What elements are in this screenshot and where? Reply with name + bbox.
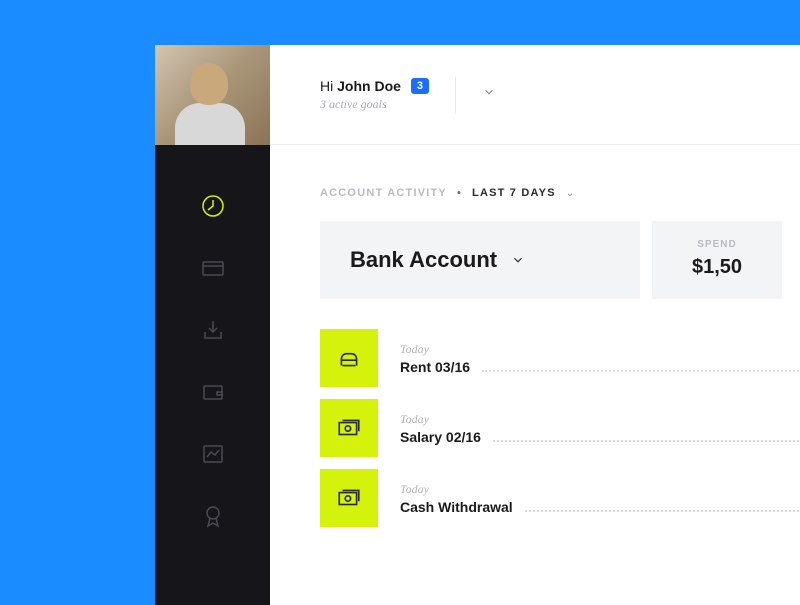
dotted-line — [482, 370, 800, 372]
account-selector[interactable]: Bank Account — [350, 247, 525, 273]
avatar[interactable] — [155, 45, 270, 145]
transaction-date: Today — [400, 342, 800, 357]
sidebar-nav — [155, 145, 270, 605]
chevron-down-icon — [511, 253, 525, 267]
section-label: ACCOUNT ACTIVITY — [320, 187, 447, 199]
transaction-date: Today — [400, 482, 800, 497]
section-header: ACCOUNT ACTIVITY • LAST 7 DAYS ⌄ — [270, 145, 800, 199]
chart-icon — [201, 442, 225, 466]
nav-card[interactable] — [200, 255, 226, 281]
transaction-body: Today Cash Withdrawal — [400, 482, 800, 515]
goals-badge[interactable]: 3 — [411, 78, 429, 94]
card-icon — [201, 256, 225, 280]
transaction-title: Cash Withdrawal — [400, 499, 513, 515]
wallet-icon — [201, 380, 225, 404]
chevron-down-icon — [482, 85, 496, 99]
transaction-icon-box — [320, 329, 378, 387]
transaction-row[interactable]: Today Cash Withdrawal — [320, 469, 800, 527]
spend-label: SPEND — [680, 239, 754, 250]
header: Hi John Doe 3 3 active goals — [270, 45, 800, 145]
user-dropdown[interactable] — [482, 85, 496, 104]
transaction-date: Today — [400, 412, 800, 427]
spend-card: SPEND $1,50 — [652, 221, 782, 299]
app-window: Hi John Doe 3 3 active goals ACCOUNT ACT… — [155, 45, 800, 605]
money-icon — [336, 415, 362, 441]
main-panel: Hi John Doe 3 3 active goals ACCOUNT ACT… — [270, 45, 800, 605]
transaction-title: Rent 03/16 — [400, 359, 470, 375]
sidebar — [155, 45, 270, 605]
transaction-row[interactable]: Today Salary 02/16 — [320, 399, 800, 457]
nav-award[interactable] — [200, 503, 226, 529]
transaction-body: Today Rent 03/16 — [400, 342, 800, 375]
dot-separator: • — [457, 187, 462, 199]
greeting-block: Hi John Doe 3 3 active goals — [320, 78, 429, 112]
money-icon — [336, 485, 362, 511]
transaction-icon-box — [320, 399, 378, 457]
transaction-list: Today Rent 03/16 Today Salary 02/16 — [320, 329, 800, 527]
transaction-title-row: Cash Withdrawal — [400, 499, 800, 515]
cards-row: Bank Account SPEND $1,50 — [320, 221, 800, 299]
award-icon — [201, 504, 225, 528]
nav-inbox[interactable] — [200, 317, 226, 343]
transaction-title-row: Rent 03/16 — [400, 359, 800, 375]
chevron-down-icon[interactable]: ⌄ — [566, 188, 576, 199]
divider — [455, 77, 456, 113]
nav-activity[interactable] — [200, 193, 226, 219]
dotted-line — [525, 510, 800, 512]
transaction-row[interactable]: Today Rent 03/16 — [320, 329, 800, 387]
spend-value: $1,50 — [680, 256, 754, 279]
account-title: Bank Account — [350, 247, 497, 273]
download-icon — [201, 318, 225, 342]
home-icon — [336, 345, 362, 371]
transaction-icon-box — [320, 469, 378, 527]
transaction-title: Salary 02/16 — [400, 429, 481, 445]
greeting-line: Hi John Doe 3 — [320, 78, 429, 94]
activity-icon — [201, 194, 225, 218]
dotted-line — [493, 440, 800, 442]
greeting-subtext: 3 active goals — [320, 97, 429, 112]
transaction-body: Today Salary 02/16 — [400, 412, 800, 445]
nav-wallet[interactable] — [200, 379, 226, 405]
greeting-text: Hi John Doe — [320, 78, 401, 94]
transaction-title-row: Salary 02/16 — [400, 429, 800, 445]
account-card[interactable]: Bank Account — [320, 221, 640, 299]
date-range[interactable]: LAST 7 DAYS — [472, 187, 556, 199]
nav-chart[interactable] — [200, 441, 226, 467]
